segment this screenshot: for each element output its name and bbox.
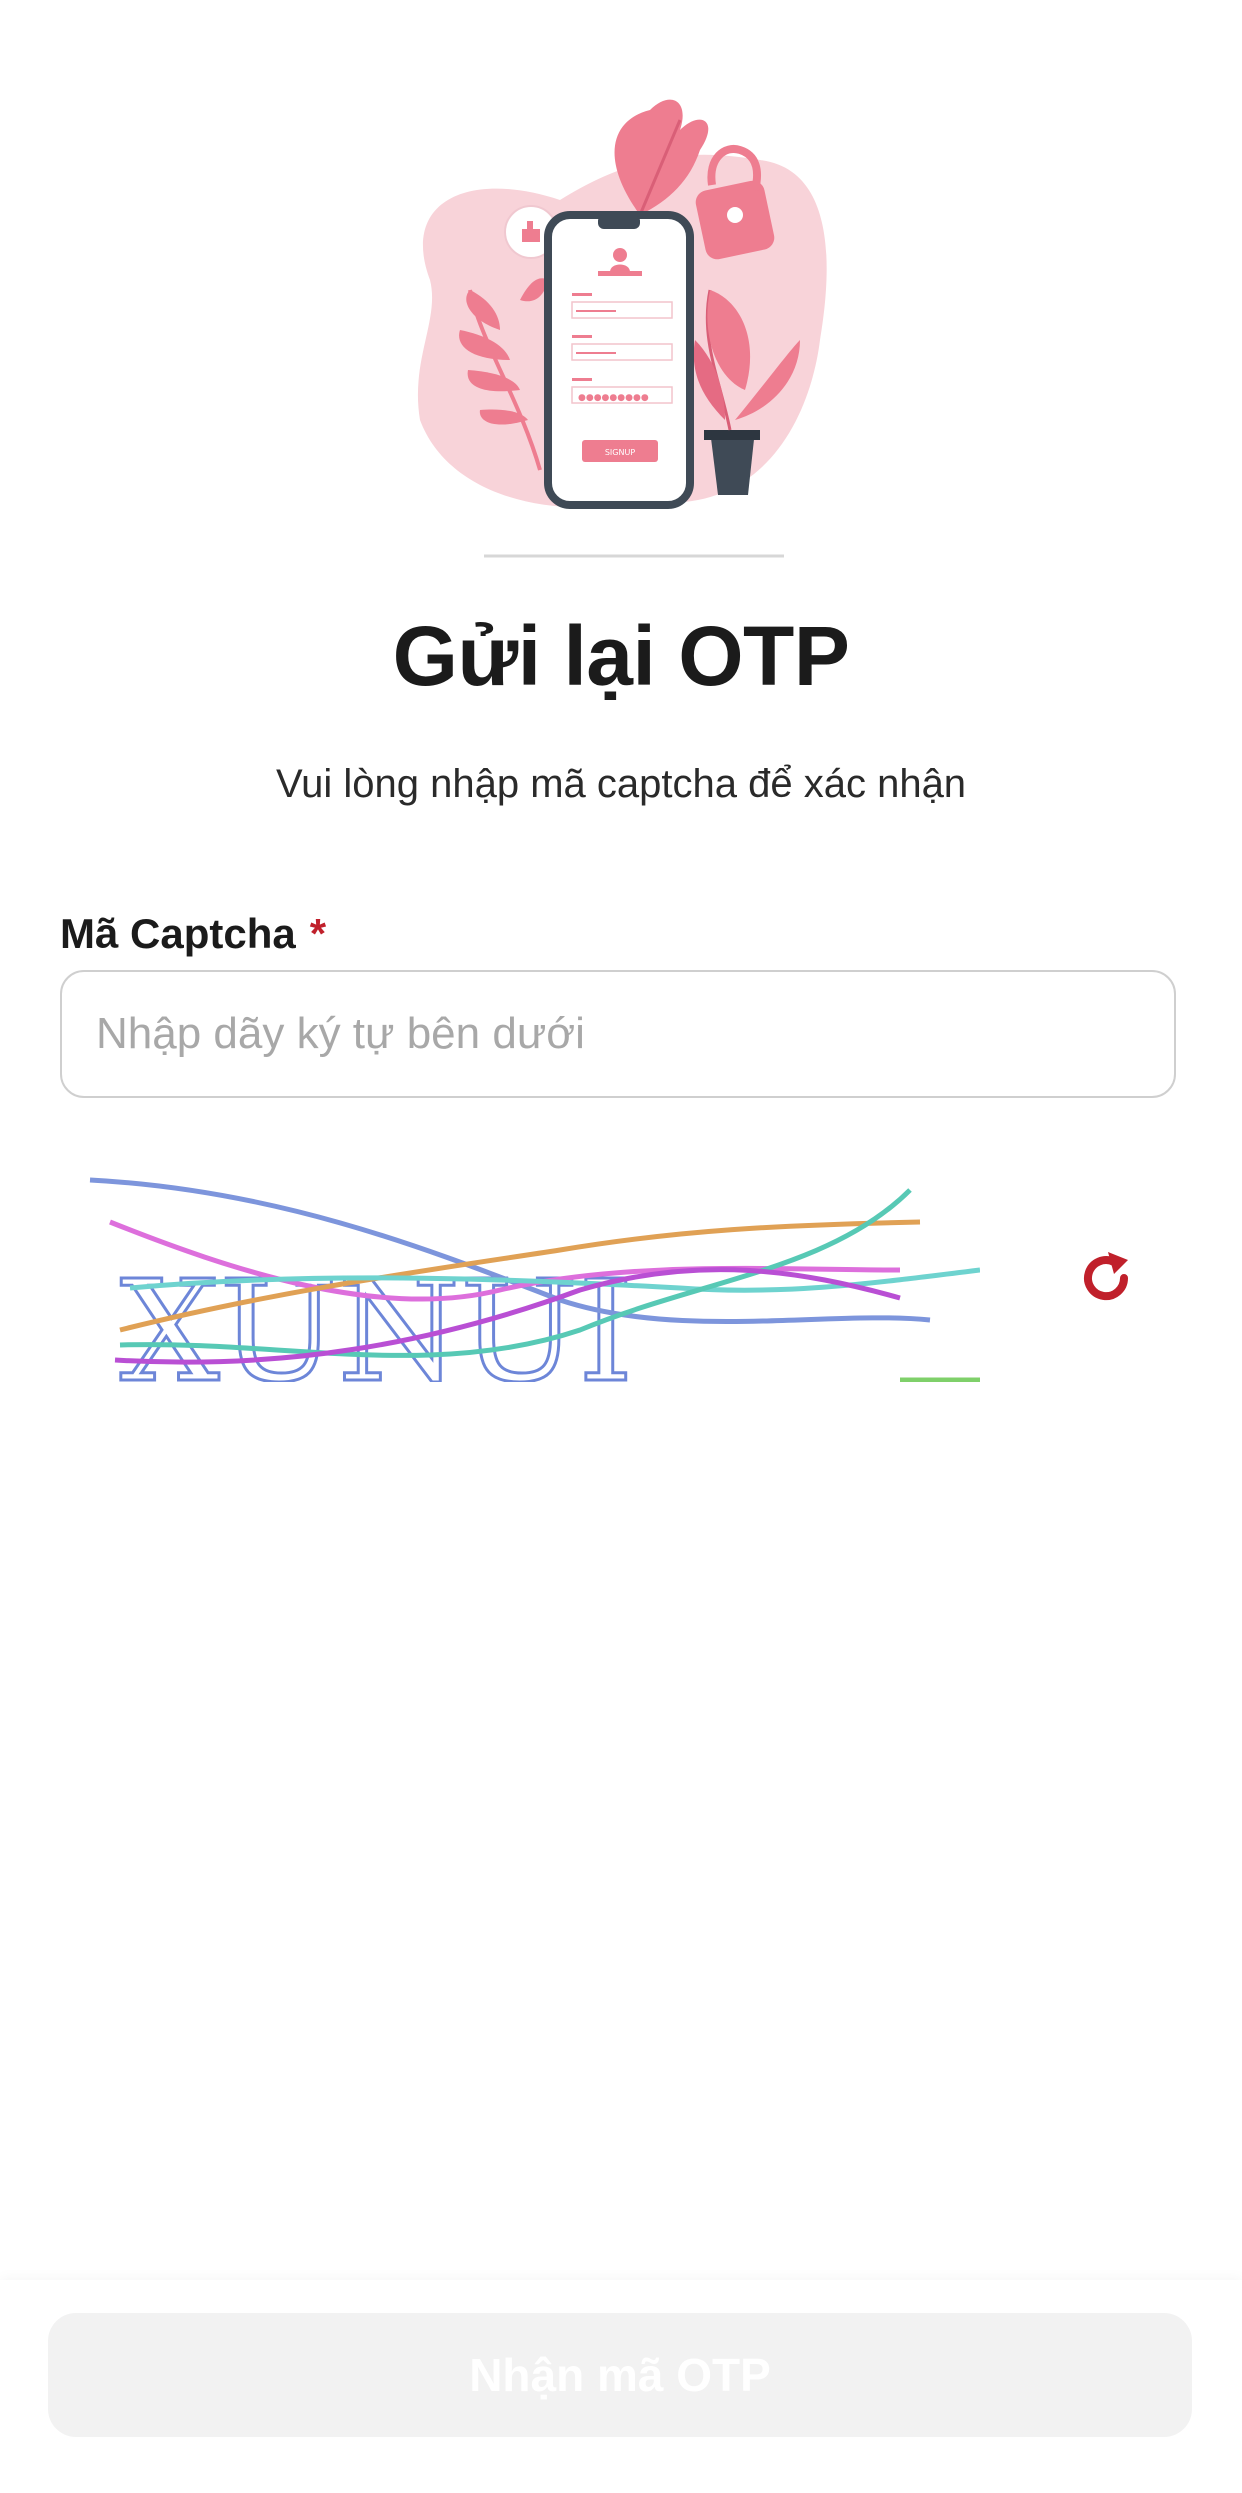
phone-signup-illustration: ●●●●●●●●● SIGNUP — [417, 99, 827, 558]
captcha-image-svg: XUNUI — [89, 1177, 980, 1382]
captcha-input[interactable] — [60, 970, 1176, 1098]
captcha-refresh-button[interactable] — [1076, 1248, 1136, 1308]
captcha-label: Mã Captcha * — [60, 906, 326, 962]
get-otp-button[interactable]: Nhận mã OTP — [48, 2313, 1192, 2437]
illustration-signup-text: SIGNUP — [605, 448, 635, 457]
page-title: Gửi lại OTP — [392, 609, 850, 703]
captcha-label-text: Mã Captcha — [60, 910, 296, 957]
hero-illustration: ●●●●●●●●● SIGNUP — [0, 0, 1242, 570]
refresh-icon — [1084, 1252, 1129, 1301]
captcha-image: XUNUI — [80, 1170, 980, 1382]
required-mark: * — [309, 910, 327, 957]
svg-text:●●●●●●●●●: ●●●●●●●●● — [578, 393, 649, 403]
page-subtitle: Vui lòng nhập mã captcha để xác nhận — [275, 762, 967, 806]
